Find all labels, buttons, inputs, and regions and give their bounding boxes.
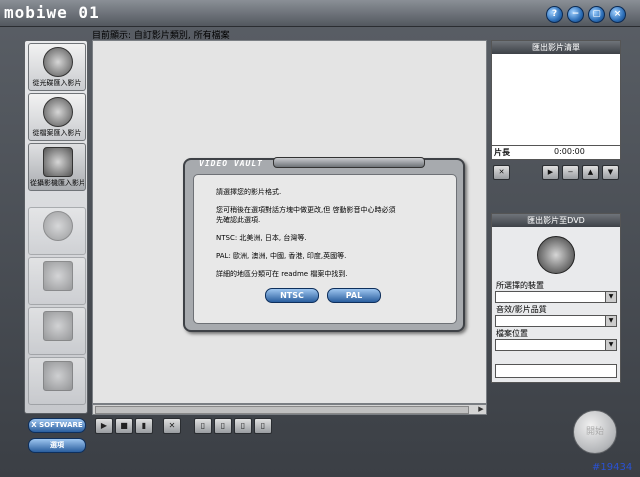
app-window: mobiwe 01 ? − ▢ × 目前顯示: 自訂影片類別, 所有檔案 從光碟… (0, 0, 640, 477)
playlist-length-row: 片長 0:00:00 (492, 145, 620, 159)
status-field (495, 364, 617, 378)
tools-icon (43, 361, 73, 391)
chevron-down-icon[interactable]: ▼ (605, 340, 616, 350)
close-button[interactable]: × (609, 6, 626, 23)
playlist-play-button[interactable]: ▶ (542, 165, 559, 180)
import-from-file-button[interactable]: 從檔案匯入影片 (28, 93, 86, 141)
chevron-down-icon[interactable]: ▼ (605, 316, 616, 326)
scroll-right-icon[interactable]: ▶ (477, 405, 485, 413)
location-label: 檔案位置 (496, 329, 528, 338)
start-button[interactable]: 開始 (573, 410, 617, 454)
move-down-button[interactable]: ▼ (602, 165, 619, 180)
playlist-minus-button[interactable]: − (562, 165, 579, 180)
import-from-camera-button[interactable]: 從攝影機匯入影片 (28, 143, 86, 191)
app-logo: mobiwe 01 (4, 3, 100, 22)
dialog-text: 請選擇您的影片格式. (216, 188, 282, 196)
file-icon (43, 97, 73, 127)
dvd-export-header: 匯出影片至DVD (492, 214, 620, 227)
import-from-disc-button[interactable]: 從光碟匯入影片 (28, 43, 86, 91)
dialog-title: VIDEO VAULT (199, 159, 263, 168)
disabled-tools-button (28, 357, 86, 405)
options-button[interactable]: 選項 (28, 438, 86, 453)
disabled-edit-button (28, 307, 86, 355)
delete-button[interactable]: ✕ (163, 418, 181, 434)
dvd-export-panel: 匯出影片至DVD 所選擇的裝置 ▼ 音效/影片品質 ▼ 檔案位置 ▼ (491, 213, 621, 383)
title-bar: mobiwe 01 ? − ▢ × (0, 0, 640, 27)
dialog-body: 請選擇您的影片格式. 您可稍後在選項對話方塊中做更改,但 啓動影音中心時必須 先… (193, 174, 457, 324)
dvd-icon (537, 236, 575, 274)
video-format-dialog: VIDEO VAULT 請選擇您的影片格式. 您可稍後在選項對話方塊中做更改,但… (183, 157, 465, 332)
export-playlist-panel: 匯出影片清單 片長 0:00:00 (491, 40, 621, 160)
dialog-text: 詳細的地區分類可在 readme 檔案中找到. (216, 270, 348, 278)
stop-button[interactable]: ■ (115, 418, 133, 434)
dialog-drag-handle[interactable] (273, 157, 425, 168)
dialog-text: NTSC: 北美洲, 日本, 台灣等. (216, 234, 307, 242)
image-icon (43, 261, 73, 291)
scrollbar-thumb[interactable] (95, 406, 469, 414)
left-panel: 從光碟匯入影片 從檔案匯入影片 從攝影機匯入影片 (24, 40, 88, 414)
x-software-button[interactable]: X SOFTWARE (28, 418, 86, 433)
view-mode-1-button[interactable]: ▯ (194, 418, 212, 434)
pal-button[interactable]: PAL (327, 288, 381, 303)
disabled-disc-button (28, 207, 86, 255)
disc-icon (43, 47, 73, 77)
view-mode-3-button[interactable]: ▯ (234, 418, 252, 434)
playlist-header: 匯出影片清單 (492, 41, 620, 54)
minimize-button[interactable]: − (567, 6, 584, 23)
location-select[interactable]: ▼ (495, 339, 617, 351)
move-up-button[interactable]: ▲ (582, 165, 599, 180)
remove-item-button[interactable]: ✕ (493, 165, 510, 180)
maximize-button[interactable]: ▢ (588, 6, 605, 23)
quality-select[interactable]: ▼ (495, 315, 617, 327)
length-label: 片長 (494, 148, 510, 157)
pause-button[interactable]: ▮ (135, 418, 153, 434)
id-badge: #19434 (592, 462, 633, 473)
dialog-text: 您可稍後在選項對話方塊中做更改,但 啓動影音中心時必須 (216, 206, 396, 214)
device-select[interactable]: ▼ (495, 291, 617, 303)
camcorder-icon (43, 147, 73, 177)
help-button[interactable]: ? (546, 6, 563, 23)
dialog-text: PAL: 歐洲, 澳洲, 中國, 香港, 印度,英國等. (216, 252, 347, 260)
chevron-down-icon[interactable]: ▼ (605, 292, 616, 302)
device-label: 所選擇的裝置 (496, 281, 544, 290)
ntsc-button[interactable]: NTSC (265, 288, 319, 303)
edit-icon (43, 311, 73, 341)
play-button[interactable]: ▶ (95, 418, 113, 434)
dialog-text: 先確認此選項. (216, 216, 261, 224)
length-value: 0:00:00 (554, 147, 585, 156)
quality-label: 音效/影片品質 (496, 305, 547, 314)
horizontal-scrollbar[interactable]: ▶ (92, 404, 487, 415)
disabled-image-button (28, 257, 86, 305)
view-mode-4-button[interactable]: ▯ (254, 418, 272, 434)
view-mode-2-button[interactable]: ▯ (214, 418, 232, 434)
disc-icon (43, 211, 73, 241)
